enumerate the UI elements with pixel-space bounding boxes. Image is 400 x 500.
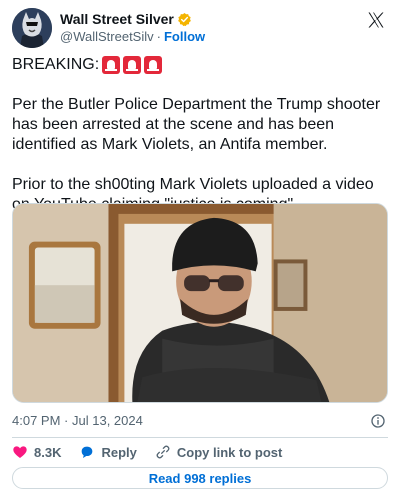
copy-link-button[interactable]: Copy link to post — [155, 444, 282, 460]
tweet-header: Wall Street Silver @WallStreetSilv · Fol… — [12, 8, 388, 48]
tweet-paragraph-1: Per the Butler Police Department the Tru… — [12, 96, 381, 153]
tweet-media[interactable] — [12, 203, 388, 403]
breaking-label: BREAKING: — [12, 56, 100, 73]
video-thumbnail — [13, 204, 387, 402]
reply-button[interactable]: Reply — [79, 444, 137, 460]
read-replies-button[interactable]: Read 998 replies — [12, 467, 388, 489]
wolf-avatar-icon — [12, 8, 52, 48]
handle-separator: · — [156, 29, 161, 44]
action-bar: 8.3K Reply Copy link to post — [12, 443, 300, 461]
handle[interactable]: @WallStreetSilv — [60, 29, 154, 45]
reply-label: Reply — [101, 444, 137, 460]
police-siren-icon — [144, 56, 163, 74]
tweet-timestamp[interactable]: 4:07 PM · Jul 13, 2024 — [12, 413, 143, 429]
like-count: 8.3K — [34, 444, 62, 460]
follow-button[interactable]: Follow — [164, 29, 205, 45]
copy-link-label: Copy link to post — [176, 444, 283, 460]
police-siren-icon — [102, 56, 121, 74]
timestamp-separator: · — [64, 413, 69, 428]
heart-icon — [13, 446, 27, 458]
tweet-text: BREAKING: Per the Butler Police Departme… — [12, 55, 390, 215]
link-icon — [156, 445, 170, 459]
avatar[interactable] — [12, 8, 52, 48]
reply-icon — [82, 446, 93, 458]
x-logo-icon[interactable] — [366, 10, 386, 30]
police-siren-icon — [123, 56, 142, 74]
verified-badge-icon — [177, 12, 191, 26]
like-button[interactable]: 8.3K — [12, 444, 61, 460]
info-icon[interactable] — [370, 413, 386, 429]
tweet-date: Jul 13, 2024 — [72, 413, 143, 428]
tweet-time: 4:07 PM — [12, 413, 61, 428]
display-name[interactable]: Wall Street Silver — [60, 10, 174, 28]
divider — [12, 437, 388, 438]
